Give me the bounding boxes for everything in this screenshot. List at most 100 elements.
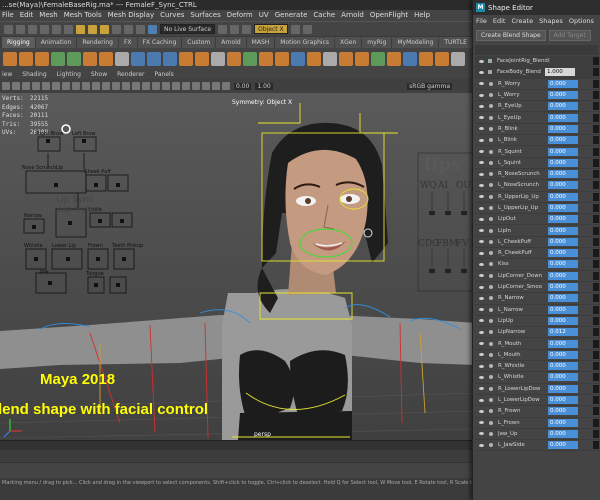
expand-icon[interactable] xyxy=(488,70,492,75)
target-weight-field[interactable]: 0.000 xyxy=(548,441,578,450)
target-weight-field[interactable]: 0.000 xyxy=(548,294,578,303)
target-weight-field[interactable]: 0.000 xyxy=(548,124,578,133)
visibility-eye-icon[interactable] xyxy=(479,274,484,278)
target-weight-field[interactable]: 0.000 xyxy=(548,350,578,359)
pole-vector-icon[interactable] xyxy=(291,52,305,66)
locator-icon[interactable] xyxy=(179,52,193,66)
shelf-tab-motion-graphics[interactable]: Motion Graphics xyxy=(275,37,335,48)
visibility-eye-icon[interactable] xyxy=(479,262,484,266)
slider-handle[interactable] xyxy=(593,384,599,393)
blend-target-row[interactable]: LipIn 0.000 xyxy=(475,225,599,237)
motion-blur-icon[interactable] xyxy=(192,82,200,90)
slider-handle[interactable] xyxy=(593,192,599,201)
menu-mesh[interactable]: Mesh xyxy=(39,10,57,21)
target-weight-field[interactable]: 0.000 xyxy=(548,158,578,167)
slider-handle[interactable] xyxy=(593,441,599,450)
constraint-orient-icon[interactable] xyxy=(147,52,161,66)
slider-handle[interactable] xyxy=(593,91,599,100)
slider-handle[interactable] xyxy=(593,181,599,190)
gamma-field[interactable]: 1.00 xyxy=(255,82,273,90)
blend-target-row[interactable]: LipCorner_Smoo 0.000 xyxy=(475,282,599,294)
target-weight-field[interactable]: 0.000 xyxy=(548,429,578,438)
bind-skin-icon[interactable] xyxy=(35,52,49,66)
panel-menu-lighting[interactable]: Lighting xyxy=(57,70,81,79)
shelf-tab-rigging[interactable]: Rigging xyxy=(2,37,35,48)
slider-handle[interactable] xyxy=(593,79,599,88)
blend-target-row[interactable]: LipUp 0.000 xyxy=(475,316,599,328)
visibility-eye-icon[interactable] xyxy=(479,375,484,379)
save-scene-icon[interactable] xyxy=(40,24,49,34)
slider-handle[interactable] xyxy=(593,396,599,405)
redo-icon[interactable] xyxy=(64,24,73,34)
viewport-persp[interactable]: Verts: 22115 Edges: 42067 Faces: 20111 Tris: 39… xyxy=(0,93,476,440)
slider-handle[interactable] xyxy=(593,305,599,314)
blend-target-row[interactable]: L_JawSide 0.000 xyxy=(475,440,599,452)
nonlinear-icon[interactable] xyxy=(243,52,257,66)
target-weight-field[interactable]: 0.012 xyxy=(548,328,578,337)
visibility-eye-icon[interactable] xyxy=(479,183,484,187)
visibility-eye-icon[interactable] xyxy=(479,330,484,334)
slider-handle[interactable] xyxy=(593,170,599,179)
slider-handle[interactable] xyxy=(593,57,599,66)
select-hierarchy-icon[interactable] xyxy=(76,24,85,34)
ik-handle-icon[interactable] xyxy=(19,52,33,66)
toolbox-icon[interactable] xyxy=(302,24,312,34)
menu-mesh-tools[interactable]: Mesh Tools xyxy=(64,10,102,21)
anti-aliasing-icon[interactable] xyxy=(202,82,210,90)
live-surface-field[interactable]: No Live Surface xyxy=(160,24,216,34)
camera-icon[interactable] xyxy=(290,24,300,34)
blend-shape-node-weight[interactable]: 1.000 xyxy=(545,68,575,77)
target-weight-field[interactable]: 0.000 xyxy=(548,147,578,156)
bookmark-icon[interactable] xyxy=(22,82,30,90)
colorspace-dropdown[interactable]: sRGB gamma xyxy=(407,82,452,90)
shadows-icon[interactable] xyxy=(172,82,180,90)
visibility-eye-icon[interactable] xyxy=(479,409,484,413)
menu-generate[interactable]: Generate xyxy=(275,10,308,21)
target-weight-field[interactable]: 0.000 xyxy=(548,260,578,269)
slider-handle[interactable] xyxy=(593,339,599,348)
blend-shape-node-row[interactable]: FaceBody_BlendShap 1.000 xyxy=(475,67,599,79)
visibility-eye-icon[interactable] xyxy=(479,285,484,289)
target-weight-field[interactable]: 0.000 xyxy=(548,91,578,100)
target-weight-field[interactable]: 0.000 xyxy=(548,102,578,111)
visibility-eye-icon[interactable] xyxy=(479,387,484,391)
menu-cache[interactable]: Cache xyxy=(313,10,335,21)
resolution-gate-icon[interactable] xyxy=(62,82,70,90)
joint-tool-icon[interactable] xyxy=(3,52,17,66)
undo-icon[interactable] xyxy=(52,24,61,34)
blend-target-row[interactable]: L_NoseScrunch 0.000 xyxy=(475,180,599,192)
menu-uv[interactable]: UV xyxy=(259,10,269,21)
visibility-eye-icon[interactable] xyxy=(479,127,484,131)
visibility-eye-icon[interactable] xyxy=(479,93,484,97)
film-gate-icon[interactable] xyxy=(52,82,60,90)
slider-handle[interactable] xyxy=(593,350,599,359)
blend-target-row[interactable]: L_UpperLip_Up 0.000 xyxy=(475,203,599,215)
blend-target-row[interactable]: R_Blink 0.000 xyxy=(475,124,599,136)
shelf-tab-turtle[interactable]: TURTLE xyxy=(439,37,472,48)
menu-surfaces[interactable]: Surfaces xyxy=(190,10,220,21)
shelf-tab-animation[interactable]: Animation xyxy=(35,37,77,48)
target-weight-field[interactable]: 0.000 xyxy=(548,407,578,416)
menu-openflight[interactable]: OpenFlight xyxy=(370,10,408,21)
se-menu-options[interactable]: Options xyxy=(569,15,594,27)
render-icon[interactable] xyxy=(230,24,240,34)
quick-rig-icon[interactable] xyxy=(387,52,401,66)
target-weight-field[interactable]: 0.000 xyxy=(548,136,578,145)
slider-handle[interactable] xyxy=(593,113,599,122)
visibility-eye-icon[interactable] xyxy=(479,240,484,244)
blend-target-row[interactable]: LipOut 0.000 xyxy=(475,214,599,226)
blend-target-row[interactable]: R_NoseScrunch 0.000 xyxy=(475,169,599,181)
shelf-tab-arnold[interactable]: Arnold xyxy=(216,37,246,48)
blend-target-row[interactable]: R_Mouth 0.000 xyxy=(475,338,599,350)
panel-menu-renderer[interactable]: Renderer xyxy=(117,70,144,79)
mirror-joint-icon[interactable] xyxy=(211,52,225,66)
blend-shape-icon[interactable] xyxy=(83,52,97,66)
shelf-tab-myrig[interactable]: myRig xyxy=(362,37,392,48)
history-icon[interactable] xyxy=(218,24,228,34)
lights-icon[interactable] xyxy=(162,82,170,90)
shape-editor-title-bar[interactable]: M Shape Editor xyxy=(473,0,600,15)
select-object-icon[interactable] xyxy=(88,24,97,34)
target-weight-field[interactable]: 0.000 xyxy=(548,170,578,179)
slider-handle[interactable] xyxy=(593,294,599,303)
blend-target-row[interactable]: R_Narrow 0.000 xyxy=(475,293,599,305)
